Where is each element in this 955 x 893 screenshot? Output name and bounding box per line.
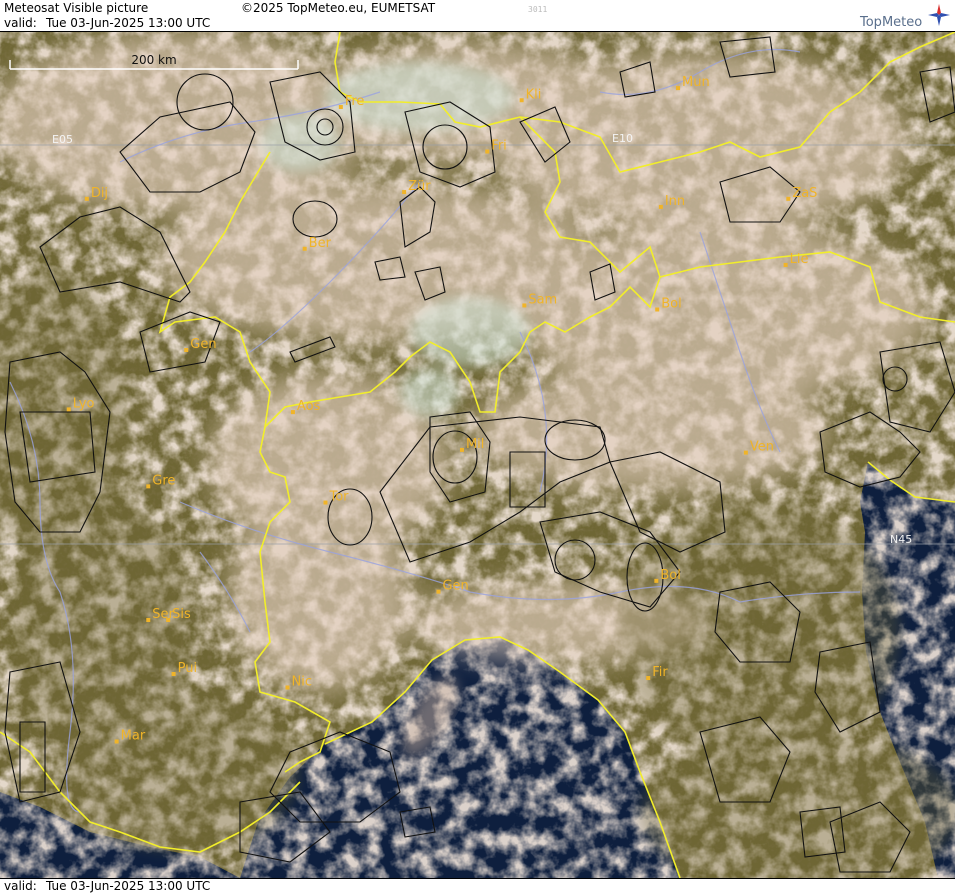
city-marker <box>743 450 748 455</box>
city-name: Ber <box>309 236 332 251</box>
valid-label: valid: <box>4 16 37 30</box>
city-name: Fre <box>345 94 365 109</box>
city-marker <box>84 196 89 201</box>
city-name: Inn <box>665 194 685 209</box>
image-code: 3011 <box>528 5 548 14</box>
city-marker <box>114 739 119 744</box>
city-marker <box>485 149 490 154</box>
city-marker <box>655 307 660 312</box>
city-marker <box>402 190 407 195</box>
city-name: Pui <box>178 661 197 676</box>
valid-time: Tue 03-Jun-2025 13:00 UTC <box>46 16 211 30</box>
city-marker <box>646 676 651 681</box>
city-marker <box>338 105 343 109</box>
city-marker <box>146 618 151 622</box>
city-name: Fir <box>652 665 668 680</box>
grid-label-e10: E10 <box>612 132 633 145</box>
city-name: Mil <box>466 437 484 452</box>
footer-valid-label: valid: <box>4 879 37 893</box>
city-name: Mun <box>682 75 710 90</box>
city-marker <box>146 484 151 489</box>
grid-label-e05: E05 <box>52 133 73 146</box>
city-name: Gen <box>442 579 468 594</box>
city-name: Zür <box>408 179 431 194</box>
city-marker <box>459 447 464 452</box>
header-bar: Meteosat Visible picture valid: Tue 03-J… <box>0 0 955 32</box>
city-marker <box>171 672 176 676</box>
city-marker <box>285 685 290 690</box>
city-marker <box>184 348 189 352</box>
city-marker <box>676 86 681 91</box>
city-name: Kli <box>526 87 542 102</box>
city-name: Sam <box>528 292 557 307</box>
city-name: Gre <box>152 473 175 488</box>
city-marker <box>786 196 791 201</box>
city-name: Sis <box>172 607 191 622</box>
city-name: Bol <box>661 297 681 312</box>
city-marker <box>323 500 328 505</box>
city-mun-2: Mun <box>676 75 710 91</box>
city-marker <box>658 204 663 209</box>
compass-icon <box>928 4 950 26</box>
city-marker <box>166 618 171 622</box>
city-marker <box>302 246 307 251</box>
city-marker <box>654 578 659 583</box>
topmeteo-logo[interactable]: TopMeteo <box>860 4 952 30</box>
page-title: Meteosat Visible picture <box>4 1 149 15</box>
city-marker <box>436 589 441 594</box>
city-sam-10: Sam <box>522 292 557 308</box>
city-name: Tor <box>328 490 349 505</box>
city-marker <box>66 407 71 412</box>
city-name: Bol <box>660 568 680 583</box>
city-name: Lie <box>790 252 809 267</box>
city-name: Ven <box>750 440 774 455</box>
city-name: Nic <box>292 675 312 690</box>
city-marker <box>783 262 788 267</box>
city-name: Aos <box>297 399 321 414</box>
cloud-cover <box>0 32 955 878</box>
footer-valid-time: Tue 03-Jun-2025 13:00 UTC <box>46 879 211 893</box>
grid-label-n45: N45 <box>890 533 912 546</box>
city-name: Lyo <box>73 396 95 411</box>
scale-label: 200 km <box>131 53 176 67</box>
satellite-map[interactable]: E05 E10 N45 200 km Fre Kli Mun Dij Fri Zür Inn… <box>0 32 955 878</box>
footer-bar: valid: Tue 03-Jun-2025 13:00 UTC <box>0 878 955 893</box>
satellite-page: Meteosat Visible picture valid: Tue 03-J… <box>0 0 955 893</box>
logo-text: TopMeteo <box>860 15 923 30</box>
copyright-text: ©2025 TopMeteo.eu, EUMETSAT <box>241 1 436 15</box>
city-name: Dij <box>91 186 108 201</box>
city-marker <box>519 98 524 103</box>
city-name: Gen <box>190 337 216 352</box>
city-marker <box>290 410 295 415</box>
city-marker <box>522 303 527 308</box>
city-name: Mar <box>121 729 146 744</box>
city-name: ZaS <box>792 186 817 201</box>
city-name: Fri <box>491 139 507 154</box>
